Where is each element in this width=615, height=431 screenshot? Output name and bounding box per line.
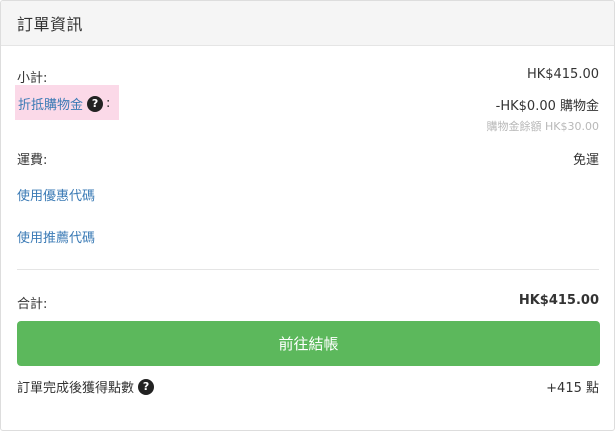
credit-balance: 購物金餘額 HK$30.00 bbox=[486, 120, 599, 133]
points-label: 訂單完成後獲得點數 bbox=[17, 381, 135, 396]
total-value: HK$415.00 bbox=[518, 293, 599, 308]
shipping-row: 運費: 免運 bbox=[17, 149, 599, 168]
credit-values: -HK$0.00 購物金 購物金餘額 HK$30.00 bbox=[487, 95, 599, 134]
subtotal-label: 小計: bbox=[17, 71, 48, 86]
credit-highlight: 折抵購物金 ? : bbox=[15, 85, 119, 120]
subtotal-row: 小計: HK$415.00 bbox=[17, 67, 599, 86]
question-circle-icon[interactable]: ? bbox=[138, 378, 155, 395]
page-title: 訂單資訊 bbox=[17, 15, 84, 34]
total-row: 合計: HK$415.00 bbox=[17, 293, 599, 312]
checkout-button[interactable]: 前往結帳 bbox=[17, 321, 600, 366]
total-label: 合計: bbox=[17, 297, 48, 312]
subtotal-value: HK$415.00 bbox=[526, 67, 599, 82]
credit-colon: : bbox=[106, 96, 111, 111]
referral-code-link[interactable]: 使用推薦代碼 bbox=[17, 227, 95, 246]
order-summary-panel: 訂單資訊 小計: HK$415.00 折抵購物金 ? : -HK$0.00 購物… bbox=[0, 0, 615, 431]
points-label-group: 訂單完成後獲得點數 ? bbox=[17, 377, 155, 396]
promo-code-link[interactable]: 使用優惠代碼 bbox=[17, 185, 95, 204]
points-row: 訂單完成後獲得點數 ? +415 點 bbox=[17, 377, 599, 396]
points-value: +415 點 bbox=[546, 381, 599, 396]
shipping-value: 免運 bbox=[572, 153, 599, 168]
divider bbox=[17, 269, 599, 270]
apply-credit-link[interactable]: 折抵購物金 bbox=[18, 94, 83, 113]
shipping-label: 運費: bbox=[17, 153, 48, 168]
credit-label-group: 折抵購物金 ? : bbox=[18, 94, 110, 113]
panel-header: 訂單資訊 bbox=[1, 1, 614, 46]
credit-value: -HK$0.00 購物金 bbox=[495, 99, 599, 114]
question-circle-icon[interactable]: ? bbox=[87, 95, 104, 112]
